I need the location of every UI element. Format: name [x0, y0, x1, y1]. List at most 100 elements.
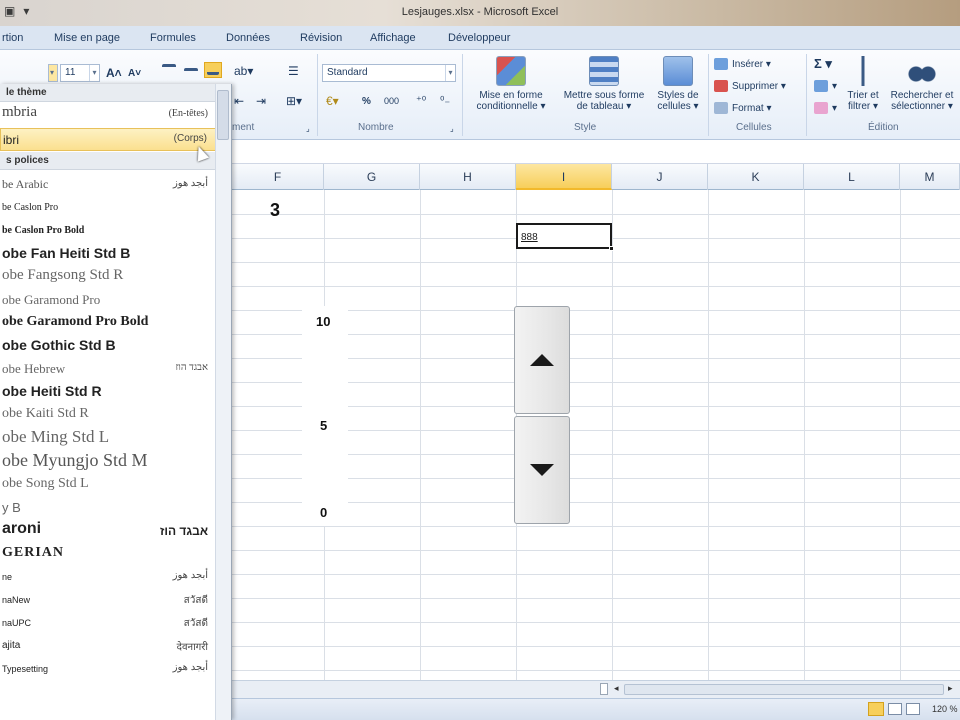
- font-item-adobe-song[interactable]: obe Song Std L: [0, 474, 216, 497]
- tab-affichage[interactable]: Affichage: [370, 32, 416, 44]
- grid-row-line: [232, 646, 960, 647]
- sort-filter-button[interactable]: Trier et filtrer ▾: [838, 56, 888, 112]
- sort-filter-icon: [848, 56, 878, 86]
- number-format-combo[interactable]: Standard ▾: [322, 64, 456, 82]
- font-item-aparajita[interactable]: ajita देवनागरी: [0, 635, 216, 658]
- find-select-button[interactable]: Rechercher et sélectionner ▾: [884, 56, 960, 112]
- cell-styles-icon: [663, 56, 693, 86]
- font-item-adobe-arabic[interactable]: be Arabic أبجد هوز: [0, 174, 216, 197]
- page-layout-view-icon[interactable]: [888, 703, 902, 715]
- gauge-label-top: 10: [316, 314, 331, 329]
- increase-decimal-icon[interactable]: ⁺⁰: [416, 94, 426, 107]
- fill-handle[interactable]: [609, 246, 614, 251]
- tab-mise-en-page[interactable]: Mise en page: [54, 32, 120, 44]
- font-item-algerian[interactable]: GERIAN: [0, 543, 216, 566]
- format-button[interactable]: Format ▾: [714, 102, 771, 114]
- grid-row-line: [232, 598, 960, 599]
- font-item-calibri[interactable]: ibri (Corps): [0, 128, 216, 151]
- clear-icon[interactable]: ▾: [814, 102, 837, 114]
- font-list-scroll-thumb[interactable]: [217, 90, 229, 140]
- insert-button[interactable]: Insérer ▾: [714, 58, 771, 70]
- tab-insertion[interactable]: rtion: [2, 32, 23, 44]
- alignment-dialog-launcher-icon[interactable]: ⌟: [306, 124, 310, 133]
- font-item-adobe-ming[interactable]: obe Ming Std L: [0, 427, 216, 450]
- worksheet-grid[interactable]: F G H I J K L M 3 888 10 5 0: [232, 164, 960, 680]
- font-dropdown-list[interactable]: le thème mbria (En-têtes) ibri (Corps) s p…: [0, 84, 232, 720]
- autosum-icon[interactable]: Σ ▾: [814, 56, 832, 72]
- column-header-g[interactable]: G: [324, 164, 420, 190]
- fill-icon[interactable]: ▾: [814, 80, 837, 92]
- scroll-left-icon[interactable]: ◂: [614, 683, 619, 694]
- font-item-angsanaupc[interactable]: naUPC สวัสดี: [0, 612, 216, 635]
- tab-formules[interactable]: Formules: [150, 32, 196, 44]
- window-title: Lesjauges.xlsx - Microsoft Excel: [401, 6, 559, 18]
- delete-button[interactable]: Supprimer ▾: [714, 80, 786, 92]
- column-header-h[interactable]: H: [420, 164, 516, 190]
- font-list-scrollbar[interactable]: [215, 84, 231, 720]
- tab-developpeur[interactable]: Développeur: [448, 32, 510, 44]
- format-as-table-button[interactable]: Mettre sous forme de tableau ▾: [556, 56, 652, 112]
- font-item-adobe-fangsong[interactable]: obe Fangsong Std R: [0, 266, 216, 289]
- cell-styles-button[interactable]: Styles de cellules ▾: [652, 56, 704, 112]
- all-fonts-header: s polices: [0, 152, 216, 170]
- decrease-decimal-icon[interactable]: ⁰₋: [440, 94, 450, 107]
- active-cell[interactable]: 888: [516, 223, 614, 251]
- scrollbar-thumb[interactable]: [624, 684, 944, 695]
- merge-center-icon[interactable]: ⊞▾: [286, 94, 302, 108]
- decrease-indent-icon[interactable]: ⇤: [234, 94, 244, 108]
- increase-indent-icon[interactable]: ⇥: [256, 94, 266, 108]
- sheet-split-handle[interactable]: [600, 683, 608, 695]
- font-item-adobe-garamond-pro[interactable]: obe Garamond Pro: [0, 289, 216, 312]
- font-item-arabic-typesetting[interactable]: Typesetting أبجد هوز: [0, 658, 216, 681]
- spin-button-control[interactable]: [514, 306, 570, 526]
- grid-row-line: [232, 574, 960, 575]
- status-bar: 120 %: [232, 698, 960, 720]
- tab-revision[interactable]: Révision: [300, 32, 342, 44]
- binoculars-icon: [907, 56, 937, 86]
- number-dialog-launcher-icon[interactable]: ⌟: [450, 124, 454, 133]
- font-item-adobe-caslon-pro[interactable]: be Caslon Pro: [0, 197, 216, 220]
- percent-style-icon[interactable]: %: [362, 96, 371, 107]
- active-cell-value: 888: [521, 232, 538, 243]
- font-item-adobe-caslon-pro-bold[interactable]: be Caslon Pro Bold: [0, 220, 216, 243]
- zoom-level[interactable]: 120 %: [932, 704, 958, 714]
- orientation-icon[interactable]: ab▾: [234, 64, 253, 78]
- wrap-text-icon[interactable]: ☰: [288, 64, 299, 78]
- horizontal-scrollbar[interactable]: ◂ ▸: [232, 680, 960, 698]
- font-item-adobe-gothic[interactable]: obe Gothic Std B: [0, 335, 216, 358]
- scroll-right-icon[interactable]: ▸: [948, 683, 953, 694]
- font-item-aharoni[interactable]: aroni אבגד הוז: [0, 520, 216, 543]
- column-header-i[interactable]: I: [516, 164, 612, 190]
- font-item-adobe-heiti[interactable]: obe Heiti Std R: [0, 381, 216, 404]
- page-break-view-icon[interactable]: [906, 703, 920, 715]
- grid-row-line: [232, 670, 960, 671]
- spin-down-button[interactable]: [514, 416, 570, 524]
- font-item-agency-fb[interactable]: y B: [0, 497, 216, 520]
- spin-up-button[interactable]: [514, 306, 570, 414]
- grid-column-line: [900, 190, 901, 680]
- column-header-m[interactable]: M: [900, 164, 960, 190]
- grid-column-line: [708, 190, 709, 680]
- grid-column-line: [804, 190, 805, 680]
- font-item-adobe-myungjo[interactable]: obe Myungjo Std M: [0, 450, 216, 473]
- column-header-f[interactable]: F: [232, 164, 324, 190]
- thousands-separator-icon[interactable]: 000: [384, 96, 399, 106]
- font-item-adobe-hebrew[interactable]: obe Hebrew אבגד הוז: [0, 358, 216, 381]
- style-group-label: Style: [574, 122, 597, 133]
- conditional-formatting-button[interactable]: Mise en forme conditionnelle ▾: [466, 56, 556, 112]
- font-item-adobe-fan-heiti[interactable]: obe Fan Heiti Std B: [0, 243, 216, 266]
- gauge-scale-box: [302, 306, 348, 526]
- gauge-label-mid: 5: [320, 418, 328, 433]
- theme-fonts-header: le thème: [0, 84, 216, 102]
- font-item-cambria[interactable]: mbria (En-têtes): [0, 104, 216, 127]
- tab-donnees[interactable]: Données: [226, 32, 270, 44]
- font-item-andalus[interactable]: ne أبجد هوز: [0, 566, 216, 589]
- column-header-k[interactable]: K: [708, 164, 804, 190]
- font-item-adobe-garamond-pro-bold[interactable]: obe Garamond Pro Bold: [0, 312, 216, 335]
- font-item-angsananew[interactable]: naNew สวัสดี: [0, 589, 216, 612]
- normal-view-icon[interactable]: [868, 702, 884, 716]
- column-header-j[interactable]: J: [612, 164, 708, 190]
- font-item-adobe-kaiti[interactable]: obe Kaiti Std R: [0, 404, 216, 427]
- currency-format-icon[interactable]: €▾: [326, 94, 339, 108]
- column-header-l[interactable]: L: [804, 164, 900, 190]
